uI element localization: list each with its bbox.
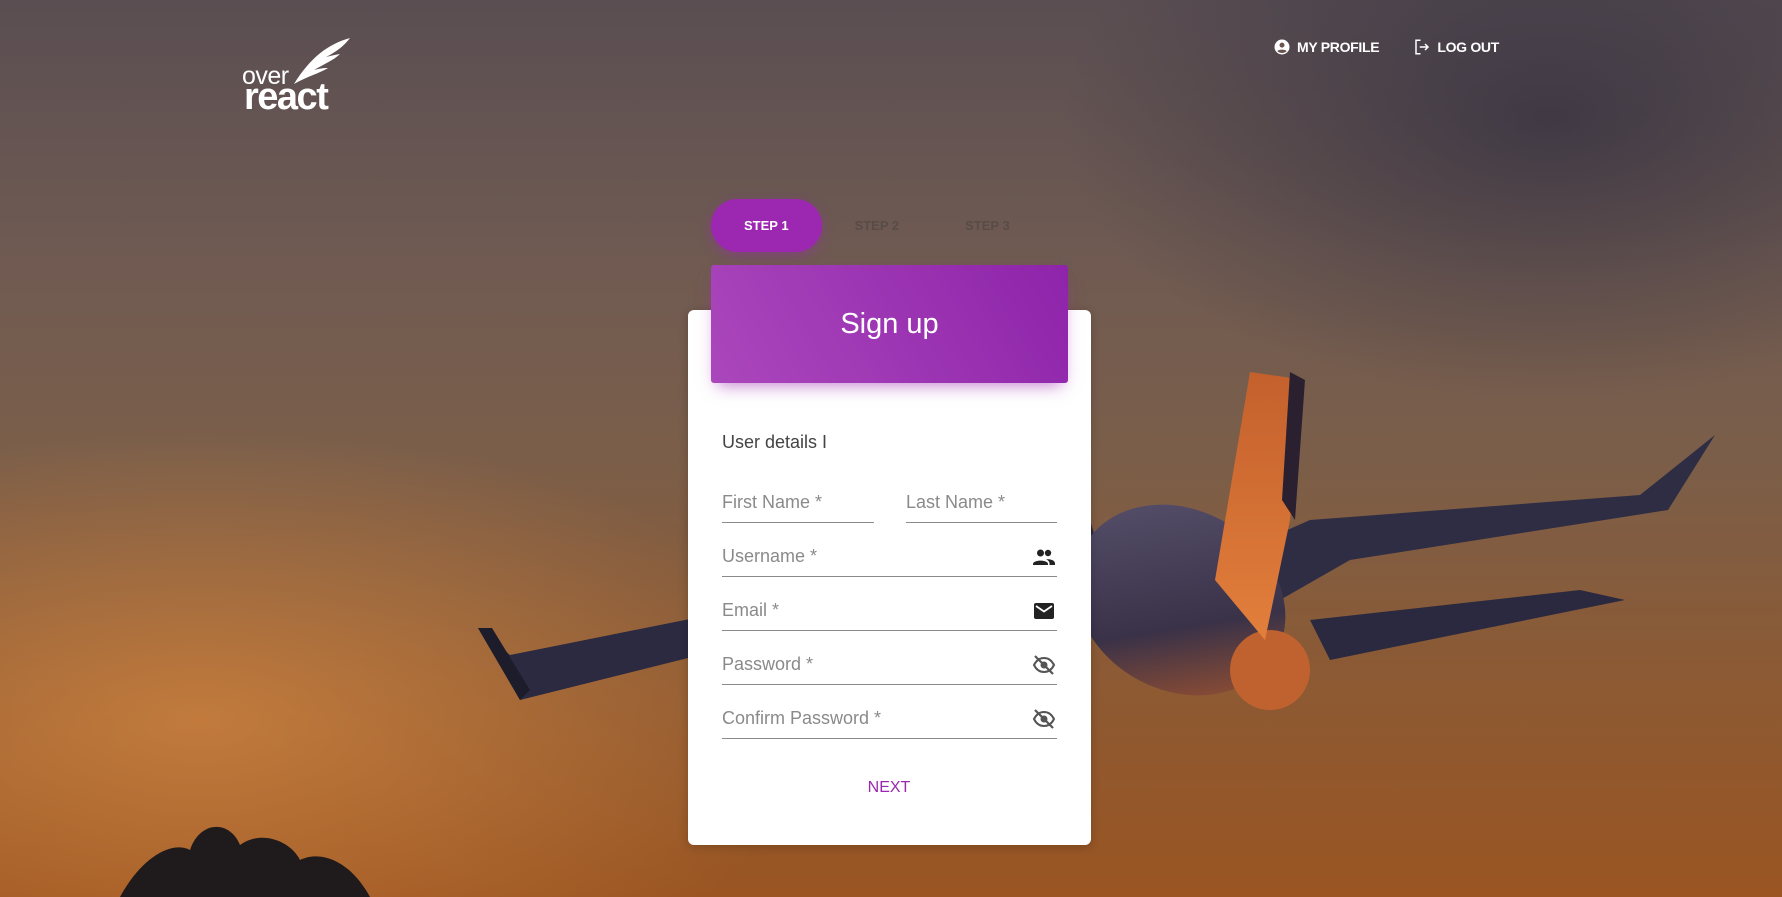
people-icon [1033,549,1055,565]
visibility-off-icon[interactable] [1031,653,1057,677]
email-input[interactable] [722,591,1057,630]
first-name-input[interactable] [722,483,874,522]
username-field [722,537,1057,577]
username-input[interactable] [722,537,1057,576]
log-out-label: LOG OUT [1437,39,1499,55]
log-out-link[interactable]: LOG OUT [1413,38,1499,56]
password-input[interactable] [722,645,1057,684]
overreact-logo[interactable]: over react [242,36,352,118]
my-profile-label: MY PROFILE [1297,39,1380,55]
first-name-field [722,483,874,523]
section-title: User details I [722,432,828,452]
next-button[interactable]: NEXT [839,770,939,806]
visibility-off-icon[interactable] [1031,707,1057,731]
signup-stepper: STEP 1 STEP 2 STEP 3 [711,199,1043,252]
card-title: Sign up [840,307,939,340]
mail-icon [1034,603,1054,619]
step-3-tab[interactable]: STEP 3 [932,199,1043,252]
step-1-tab[interactable]: STEP 1 [711,199,822,252]
confirm-password-input[interactable] [722,699,1057,738]
logo-text-react: react [244,76,329,118]
my-profile-link[interactable]: MY PROFILE [1273,38,1380,56]
last-name-field [906,483,1057,523]
password-field [722,645,1057,685]
logout-icon [1415,39,1430,55]
top-nav: MY PROFILE LOG OUT [1273,38,1499,56]
signup-card: Sign up User details I First Name * Last… [688,265,1091,845]
account-circle-icon [1274,39,1290,55]
step-2-tab[interactable]: STEP 2 [822,199,933,252]
email-field [722,591,1057,631]
last-name-input[interactable] [906,483,1057,522]
confirm-password-field [722,699,1057,739]
card-header: Sign up [711,265,1068,383]
